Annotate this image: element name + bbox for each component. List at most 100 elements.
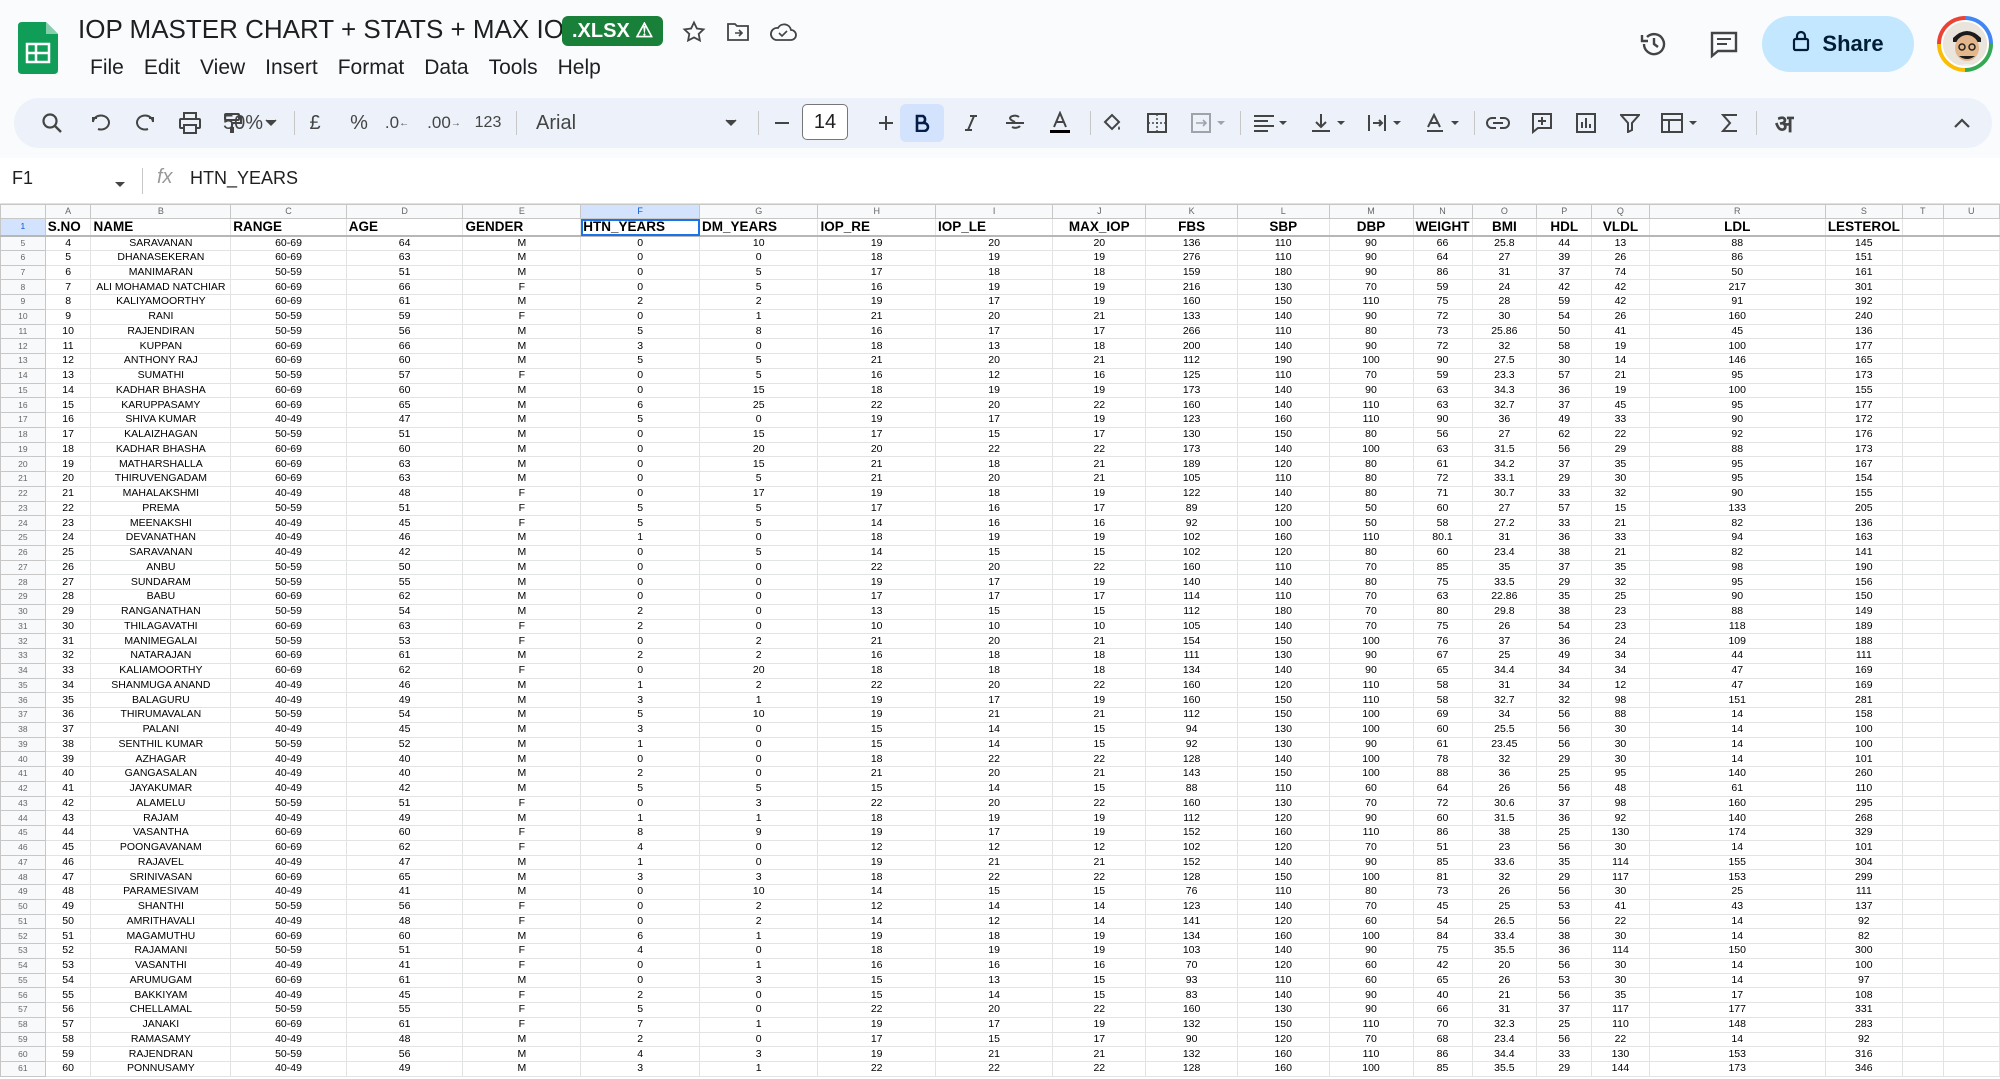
table-cell[interactable]: 25: [1648, 884, 1826, 900]
strikethrough-button[interactable]: [998, 98, 1032, 148]
row-header[interactable]: 58: [0, 1016, 46, 1033]
empty-cell[interactable]: [1942, 308, 2000, 325]
table-cell[interactable]: 56: [1536, 839, 1593, 856]
table-cell[interactable]: 50-59: [230, 943, 347, 959]
table-cell[interactable]: 18: [934, 264, 1054, 281]
table-cell[interactable]: 176: [1824, 426, 1903, 443]
table-cell[interactable]: 130: [1145, 426, 1238, 443]
table-cell[interactable]: 88: [1648, 235, 1826, 251]
table-cell[interactable]: 151: [1824, 249, 1903, 266]
table-cell[interactable]: 18: [817, 382, 936, 399]
table-cell[interactable]: 85: [1412, 1061, 1473, 1077]
table-cell[interactable]: 17: [1052, 589, 1147, 605]
table-cell[interactable]: 56: [1536, 780, 1593, 797]
table-cell[interactable]: 14: [1648, 751, 1826, 767]
table-cell[interactable]: 25: [1591, 589, 1650, 605]
table-cell[interactable]: 90: [1328, 1002, 1414, 1018]
table-cell[interactable]: 10: [698, 707, 819, 723]
table-cell[interactable]: 22: [1052, 441, 1147, 458]
italic-button[interactable]: [954, 98, 988, 148]
table-cell[interactable]: 25.86: [1471, 323, 1538, 340]
table-cell[interactable]: 26: [1471, 780, 1538, 797]
table-cell[interactable]: 33: [1536, 485, 1593, 502]
table-cell[interactable]: 15: [1052, 544, 1147, 561]
table-cell[interactable]: 26: [44, 559, 92, 576]
table-cell[interactable]: 14: [817, 515, 936, 531]
row-header[interactable]: 16: [0, 397, 46, 413]
table-cell[interactable]: 0: [580, 426, 700, 443]
table-cell[interactable]: 17: [934, 825, 1054, 841]
table-cell[interactable]: 114: [1591, 854, 1650, 871]
column-header-d[interactable]: D: [345, 204, 464, 219]
row-header[interactable]: 10: [0, 308, 46, 325]
table-cell[interactable]: 51: [345, 500, 464, 517]
row-header[interactable]: 11: [0, 323, 46, 340]
column-header-l[interactable]: L: [1236, 204, 1330, 219]
table-cell[interactable]: 27: [44, 574, 92, 590]
table-cell[interactable]: 22: [1052, 397, 1147, 413]
table-cell[interactable]: 40-49: [230, 751, 347, 767]
table-cell[interactable]: 60-69: [230, 648, 347, 664]
table-cell[interactable]: M: [462, 412, 582, 428]
table-cell[interactable]: 21: [934, 854, 1054, 871]
table-cell[interactable]: 110: [1328, 692, 1414, 708]
table-cell[interactable]: 48: [345, 1031, 464, 1048]
document-title[interactable]: IOP MASTER CHART + STATS + MAX IOP 1: [78, 14, 602, 45]
table-cell[interactable]: 59: [1412, 367, 1473, 384]
empty-cell[interactable]: [1901, 957, 1944, 974]
table-cell[interactable]: KALIYAMOORTHY: [90, 294, 232, 310]
table-cell[interactable]: 160: [1236, 1061, 1330, 1077]
empty-cell[interactable]: [1901, 249, 1944, 266]
table-cell[interactable]: 155: [1648, 854, 1826, 871]
row-header[interactable]: 34: [0, 662, 46, 679]
text-rotation-icon[interactable]: [1418, 98, 1468, 148]
table-cell[interactable]: 144: [1591, 1061, 1650, 1077]
table-cell[interactable]: M: [462, 338, 582, 354]
table-cell[interactable]: 42: [345, 544, 464, 561]
row-header[interactable]: 8: [0, 279, 46, 295]
table-cell[interactable]: 71: [1412, 485, 1473, 502]
table-cell[interactable]: 21: [817, 308, 936, 325]
table-cell[interactable]: 31.5: [1471, 810, 1538, 826]
table-cell[interactable]: 0: [698, 943, 819, 959]
empty-cell[interactable]: [1901, 648, 1944, 664]
table-cell[interactable]: 110: [1328, 1016, 1414, 1033]
table-cell[interactable]: 55: [345, 574, 464, 590]
table-cell[interactable]: 60-69: [230, 397, 347, 413]
table-cell[interactable]: 33.5: [1471, 574, 1538, 590]
table-cell[interactable]: 3: [580, 338, 700, 354]
table-cell[interactable]: 34: [1536, 677, 1593, 694]
empty-cell[interactable]: [1901, 471, 1944, 487]
table-cell[interactable]: 41: [1591, 323, 1650, 340]
table-cell[interactable]: 32: [1591, 485, 1650, 502]
table-cell[interactable]: 29: [44, 603, 92, 620]
menu-insert[interactable]: Insert: [255, 54, 328, 82]
chevron-down-icon[interactable]: [718, 98, 744, 148]
table-cell[interactable]: 154: [1824, 471, 1903, 487]
table-cell[interactable]: 23.4: [1471, 544, 1538, 561]
table-cell[interactable]: 110: [1328, 825, 1414, 841]
table-cell[interactable]: 21: [1471, 987, 1538, 1003]
table-cell[interactable]: 5: [698, 279, 819, 295]
table-cell[interactable]: 17: [934, 589, 1054, 605]
empty-cell[interactable]: [1942, 574, 2000, 590]
column-header-j[interactable]: J: [1052, 204, 1147, 219]
table-cell[interactable]: BAKKIYAM: [90, 987, 232, 1003]
empty-cell[interactable]: [1901, 825, 1944, 841]
table-cell[interactable]: 160: [1236, 928, 1330, 944]
table-cell[interactable]: 35: [1536, 589, 1593, 605]
table-cell[interactable]: 10: [698, 235, 819, 251]
row-header[interactable]: 45: [0, 825, 46, 841]
table-cell[interactable]: 30: [1591, 721, 1650, 738]
table-cell[interactable]: F: [462, 795, 582, 812]
table-cell[interactable]: 37: [1536, 795, 1593, 812]
table-cell[interactable]: 15: [1052, 972, 1147, 989]
menu-help[interactable]: Help: [548, 54, 611, 82]
table-cell[interactable]: 1: [580, 677, 700, 694]
empty-cell[interactable]: [1901, 382, 1944, 399]
table-cell[interactable]: 37: [44, 721, 92, 738]
table-cell[interactable]: 100: [1328, 707, 1414, 723]
empty-cell[interactable]: [1901, 264, 1944, 281]
table-cell[interactable]: 59: [44, 1046, 92, 1062]
table-cell[interactable]: 42: [1591, 294, 1650, 310]
